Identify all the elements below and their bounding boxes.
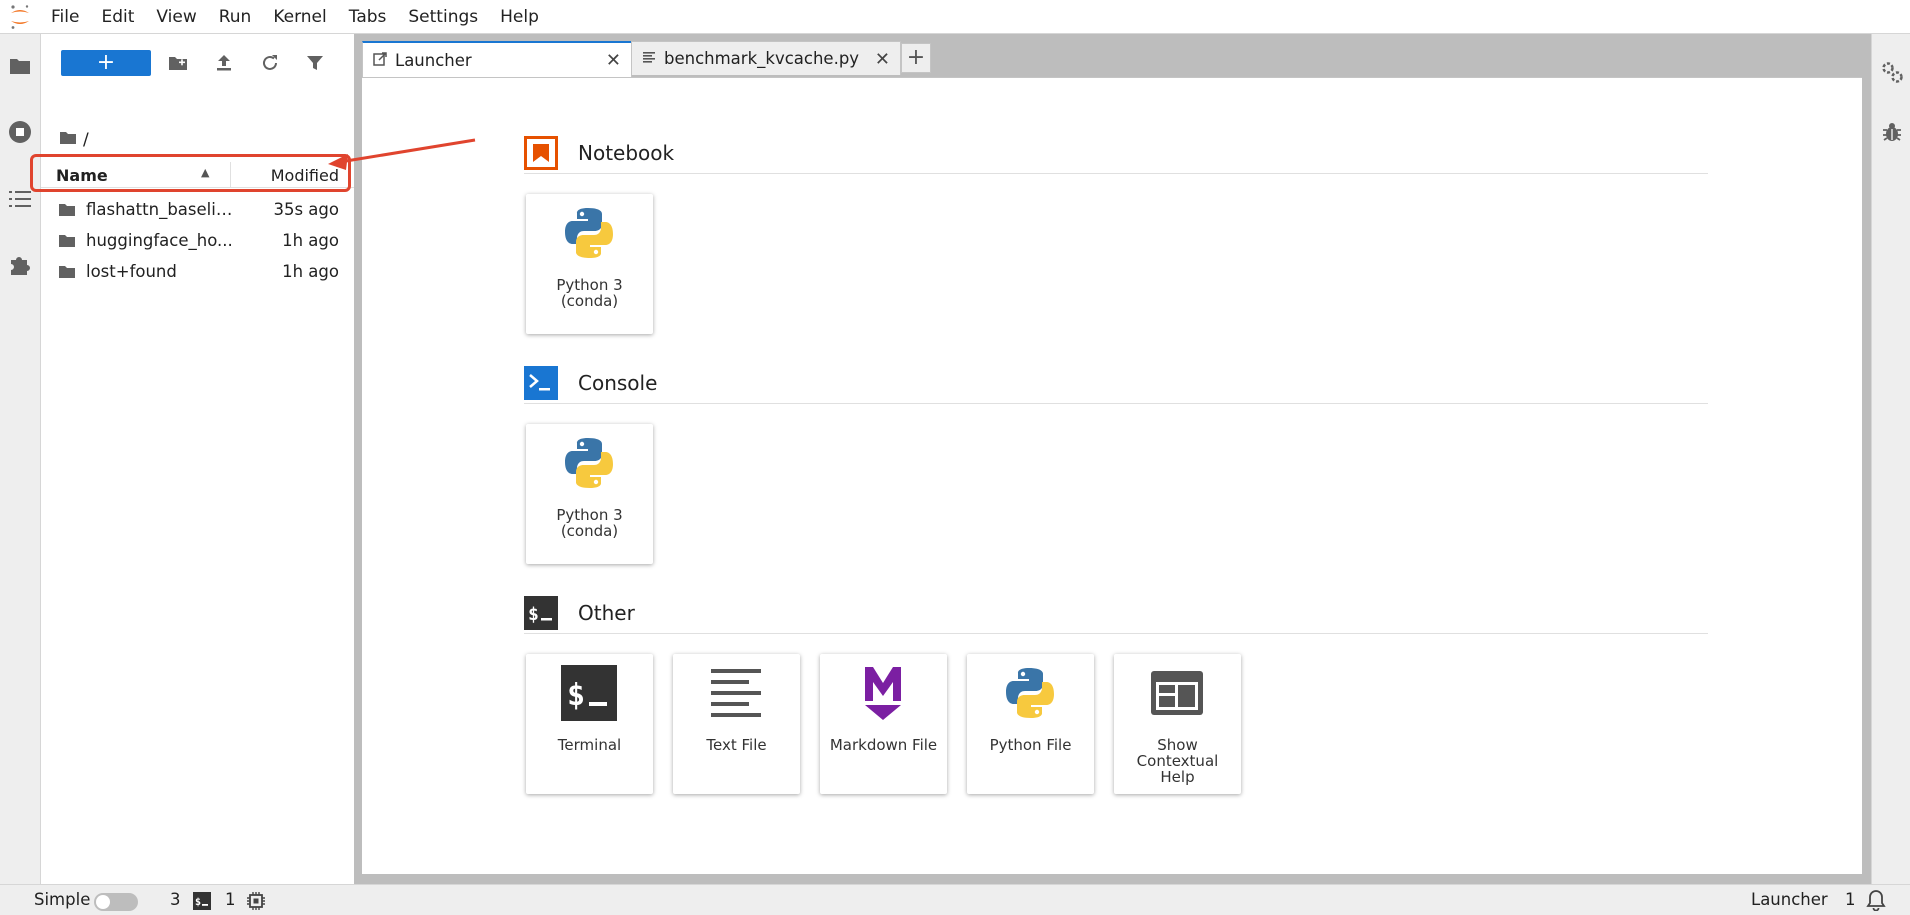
breadcrumb-folder-icon[interactable] — [59, 130, 77, 150]
card-label: Show Contextual Help — [1136, 736, 1219, 786]
property-inspector-gears-icon[interactable] — [1872, 52, 1910, 92]
new-folder-icon[interactable] — [167, 52, 189, 74]
tab-bar: Launcher ✕ benchmark_kvcache.py ✕ + — [362, 41, 931, 77]
folder-icon[interactable] — [0, 46, 40, 86]
contextual-help-icon — [1148, 664, 1206, 722]
menu-settings[interactable]: Settings — [397, 0, 489, 34]
breadcrumb: / — [59, 126, 89, 154]
refresh-icon[interactable] — [259, 52, 281, 74]
launcher-panel: Notebook Python 3 (conda) Console Python… — [362, 77, 1862, 874]
launcher-card-markdown-file[interactable]: Markdown File — [820, 654, 947, 794]
simple-mode-toggle[interactable] — [94, 893, 138, 911]
markdown-icon — [854, 664, 912, 722]
file-row-flashattn-baseline[interactable]: flashattn_baseline 35s ago — [41, 194, 354, 225]
add-tab-button[interactable]: + — [901, 43, 931, 73]
tab-label: Launcher — [395, 50, 472, 70]
close-tab-icon[interactable]: ✕ — [875, 49, 890, 70]
external-link-icon — [373, 51, 387, 70]
extension-puzzle-icon[interactable] — [0, 245, 40, 285]
current-view-label[interactable]: Launcher — [1751, 890, 1828, 909]
menu-kernel[interactable]: Kernel — [262, 0, 337, 34]
close-tab-icon[interactable]: ✕ — [606, 50, 621, 71]
launcher-section-console: Console Python 3 (conda) — [524, 366, 1708, 564]
svg-text:$: $ — [195, 897, 201, 908]
terminal-status-icon[interactable]: $ — [193, 892, 211, 914]
python-logo-icon — [560, 204, 618, 262]
launcher-card-text-file[interactable]: Text File — [673, 654, 800, 794]
jupyter-logo-icon — [0, 0, 40, 34]
section-title: Notebook — [578, 141, 675, 165]
file-browser-toolbar: + — [41, 47, 354, 79]
section-title: Console — [578, 371, 658, 395]
right-activity-bar — [1871, 34, 1910, 884]
debugger-bug-icon[interactable] — [1872, 112, 1910, 152]
folder-icon — [58, 264, 76, 283]
section-header: Notebook — [524, 136, 1708, 174]
kernels-count[interactable]: 3 — [170, 890, 181, 909]
terminal-icon: $ — [560, 664, 618, 722]
python-logo-icon — [560, 434, 618, 492]
card-label: Python File — [989, 736, 1072, 754]
card-label: Python 3 (conda) — [556, 506, 623, 540]
menu-view[interactable]: View — [145, 0, 207, 34]
python-logo-icon — [1001, 664, 1059, 722]
launcher-card-python-file[interactable]: Python File — [967, 654, 1094, 794]
menu-file[interactable]: File — [40, 0, 90, 34]
file-row-lost-found[interactable]: lost+found 1h ago — [41, 256, 354, 287]
file-modified: 1h ago — [282, 262, 339, 281]
card-label: Python 3 (conda) — [556, 276, 623, 310]
tab-launcher[interactable]: Launcher ✕ — [362, 41, 632, 77]
launcher-section-notebook: Notebook Python 3 (conda) — [524, 136, 1708, 334]
launcher-section-other: $ Other $ Terminal Text File Markdown Fi… — [524, 596, 1708, 799]
card-label: Terminal — [557, 736, 622, 754]
terminals-count[interactable]: 1 — [225, 890, 236, 909]
file-name: lost+found — [86, 262, 177, 281]
new-launcher-button[interactable]: + — [61, 50, 151, 76]
tab-benchmark-kvcache[interactable]: benchmark_kvcache.py ✕ — [631, 41, 901, 75]
menu-edit[interactable]: Edit — [90, 0, 145, 34]
svg-text:$: $ — [567, 678, 585, 713]
text-file-icon — [707, 664, 765, 722]
section-title: Other — [578, 601, 635, 625]
section-header: Console — [524, 366, 1708, 404]
menu-help[interactable]: Help — [489, 0, 550, 34]
folder-icon — [58, 202, 76, 221]
section-header: $ Other — [524, 596, 1708, 634]
tab-label: benchmark_kvcache.py — [664, 49, 860, 68]
launcher-card-terminal[interactable]: $ Terminal — [526, 654, 653, 794]
status-bar: Simple 3 $ 1 Launcher 1 — [0, 884, 1910, 915]
card-label: Markdown File — [829, 736, 938, 754]
menu-bar: File Edit View Run Kernel Tabs Settings … — [0, 0, 1910, 34]
folder-icon — [58, 233, 76, 252]
notifications-count[interactable]: 1 — [1845, 890, 1856, 909]
notebook-icon — [524, 136, 558, 170]
file-name: flashattn_baseline — [86, 200, 236, 219]
breadcrumb-root[interactable]: / — [83, 130, 89, 150]
simple-mode-label: Simple — [34, 890, 91, 909]
menu-run[interactable]: Run — [208, 0, 263, 34]
running-sessions-icon[interactable] — [0, 112, 40, 152]
launcher-card-contextual-help[interactable]: Show Contextual Help — [1114, 654, 1241, 794]
annotation-highlight-box — [30, 154, 351, 192]
sidebar-splitter[interactable] — [354, 34, 362, 884]
file-name: huggingface_ho... — [86, 231, 233, 250]
console-icon — [524, 366, 558, 400]
file-row-huggingface[interactable]: huggingface_ho... 1h ago — [41, 225, 354, 256]
card-label: Text File — [706, 736, 767, 754]
cpu-chip-icon[interactable] — [247, 892, 265, 914]
launcher-card-notebook-python3[interactable]: Python 3 (conda) — [526, 194, 653, 334]
main-dock-area: Launcher ✕ benchmark_kvcache.py ✕ + Note… — [362, 34, 1871, 884]
upload-icon[interactable] — [213, 52, 235, 74]
menu-tabs[interactable]: Tabs — [338, 0, 398, 34]
file-modified: 35s ago — [273, 200, 339, 219]
launcher-card-console-python3[interactable]: Python 3 (conda) — [526, 424, 653, 564]
svg-text:$: $ — [528, 604, 539, 625]
file-modified: 1h ago — [282, 231, 339, 250]
notification-bell-icon[interactable] — [1866, 889, 1886, 915]
text-file-icon — [642, 49, 656, 68]
terminal-icon: $ — [524, 596, 558, 630]
filter-icon[interactable] — [304, 52, 326, 74]
